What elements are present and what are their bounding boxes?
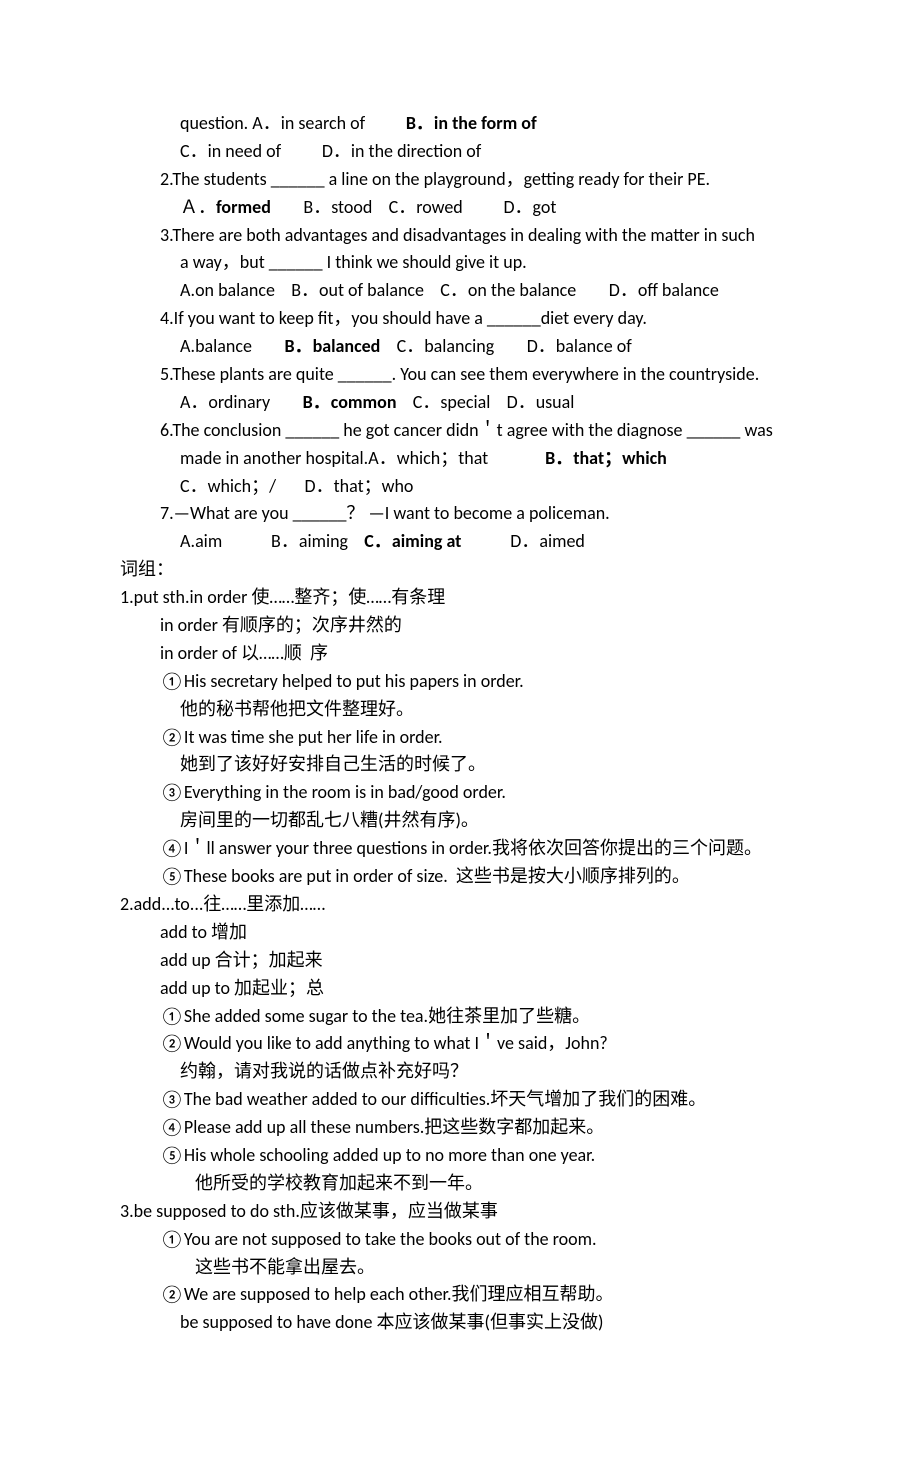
q7-opts-a: A.aim B．aiming: [180, 530, 364, 552]
s2-g: ④Please add up all these numbers.把这些数字都加…: [120, 1114, 800, 1142]
s1-e2: 房间里的一切都乱七八糟(井然有序)。: [120, 807, 800, 835]
q2-opts-a: Ａ．: [180, 196, 216, 218]
q1-line1-a: question. A．in search of: [180, 112, 406, 134]
q7-opts-c: D．aimed: [461, 530, 584, 552]
s1-c2: 他的秘书帮他把文件整理好。: [120, 696, 800, 724]
q2-opts: Ａ．formed B．stood C．rowed D．got: [120, 194, 800, 222]
q5-opts-c: C．special D．usual: [397, 391, 575, 413]
q5-opts-b: B．common: [303, 391, 397, 413]
q7-opts-b: C．aiming at: [364, 530, 461, 552]
s2-c: add up to 加起业；总: [120, 975, 800, 1003]
q3-stem: 3.There are both advantages and disadvan…: [120, 222, 800, 250]
q7-stem: 7.—What are you ______？ —I want to becom…: [120, 500, 800, 528]
q2-opts-b: formed: [216, 196, 271, 218]
s2-i: ⑤His whole schooling added up to no more…: [120, 1142, 800, 1170]
s2-b: add up 合计；加起来: [120, 947, 800, 975]
s2-e2: 约翰，请对我说的话做点补充好吗？: [120, 1058, 800, 1086]
q6-stem: 6.The conclusion ______ he got cancer di…: [120, 417, 800, 445]
q1-line2: C．in need of D．in the direction of: [120, 138, 800, 166]
s3-b: ②We are supposed to help each other.我们理应…: [120, 1281, 800, 1309]
s2-f: ③The bad weather added to our difficulti…: [120, 1086, 800, 1114]
q4-opts-c: C．balancing D．balance of: [380, 335, 631, 357]
s2-h: 2.add...to...往……里添加……: [120, 891, 800, 919]
s1-h: 1.put sth.in order 使……整齐；使……有条理: [120, 584, 800, 612]
s1-d: ②It was time she put her life in order.: [120, 724, 800, 752]
q1-line1: question. A．in search of B．in the form o…: [120, 110, 800, 138]
q4-opts: A.balance B．balanced C．balancing D．balan…: [120, 333, 800, 361]
s1-b: in order of 以……顺 序: [120, 640, 800, 668]
s2-i2: 他所受的学校教育加起来不到一年。: [120, 1170, 800, 1198]
s2-a: add to 增加: [120, 919, 800, 947]
q6-stem2a: made in another hospital.A．which；that: [180, 447, 545, 469]
s3-h: 3.be supposed to do sth.应该做某事，应当做某事: [120, 1198, 800, 1226]
q4-stem: 4.If you want to keep fit，you should hav…: [120, 305, 800, 333]
s1-e: ③Everything in the room is in bad/good o…: [120, 779, 800, 807]
s2-d: ①She added some sugar to the tea.她往茶里加了些…: [120, 1003, 800, 1031]
s3-a2: 这些书不能拿出屋去。: [120, 1254, 800, 1282]
q6-opts: C．which；/ D．that；who: [120, 473, 800, 501]
q1-line1-b: B．in the form of: [406, 112, 537, 134]
q2-opts-c: B．stood C．rowed D．got: [271, 196, 557, 218]
s1-f: ④I＇ll answer your three questions in ord…: [120, 835, 800, 863]
q2-stem: 2.The students ______ a line on the play…: [120, 166, 800, 194]
s1-a: in order 有顺序的；次序井然的: [120, 612, 800, 640]
q3-opts: A.on balance B．out of balance C．on the b…: [120, 277, 800, 305]
q5-stem: 5.These plants are quite ______. You can…: [120, 361, 800, 389]
q7-opts: A.aim B．aiming C．aiming at D．aimed: [120, 528, 800, 556]
s1-d2: 她到了该好好安排自己生活的时候了。: [120, 751, 800, 779]
q3-stem2: a way，but ______ I think we should give …: [120, 249, 800, 277]
s1-c: ①His secretary helped to put his papers …: [120, 668, 800, 696]
q5-opts: A．ordinary B．common C．special D．usual: [120, 389, 800, 417]
q4-opts-b: B．balanced: [284, 335, 380, 357]
q6-stem2b: B．that；which: [545, 447, 667, 469]
q5-opts-a: A．ordinary: [180, 391, 303, 413]
q6-stem2: made in another hospital.A．which；that B．…: [120, 445, 800, 473]
s1-g: ⑤These books are put in order of size. 这…: [120, 863, 800, 891]
q4-opts-a: A.balance: [180, 335, 284, 357]
s3-a: ①You are not supposed to take the books …: [120, 1226, 800, 1254]
s2-e: ②Would you like to add anything to what …: [120, 1030, 800, 1058]
cizu-heading: 词组：: [120, 556, 800, 584]
s3-c: be supposed to have done 本应该做某事(但事实上没做): [120, 1309, 800, 1337]
